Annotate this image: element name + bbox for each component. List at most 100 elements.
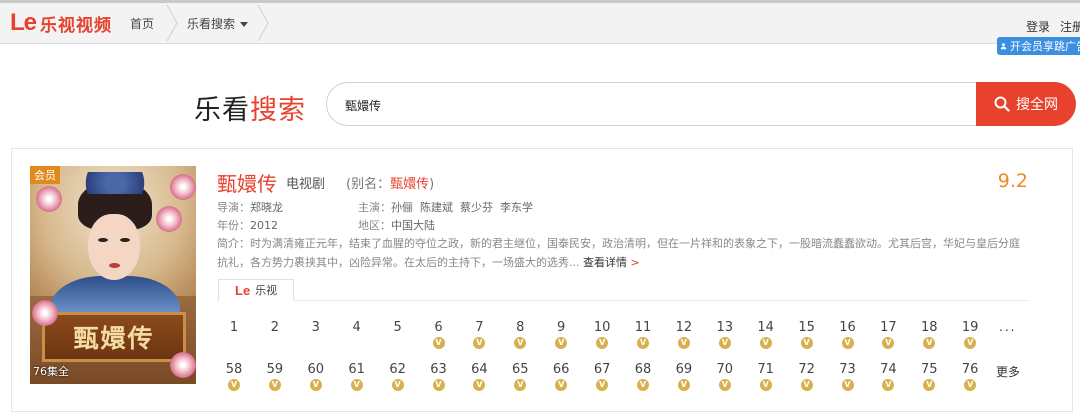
- view-details-link[interactable]: 查看详情 >: [583, 256, 640, 269]
- search-all-button[interactable]: 搜全网: [976, 82, 1076, 126]
- episode-64-button[interactable]: 64 V: [461, 362, 497, 391]
- poster-image[interactable]: 甄嬛传: [30, 166, 196, 384]
- flower-decoration: [32, 300, 58, 326]
- episode-11-button[interactable]: 11 V: [625, 320, 661, 349]
- episode-65-button[interactable]: 65 V: [502, 362, 538, 391]
- episode-63-button[interactable]: 63 V: [421, 362, 457, 391]
- episode-16-button[interactable]: 16 V: [830, 320, 866, 349]
- episode-14-button[interactable]: 14 V: [748, 320, 784, 349]
- episode-6-button[interactable]: 6V: [421, 320, 457, 349]
- vip-episode-icon: V: [718, 337, 731, 349]
- episode-7-button[interactable]: 7V: [461, 320, 497, 349]
- vip-episode-icon: V: [759, 337, 772, 349]
- vip-episode-icon: V: [268, 379, 281, 391]
- episode-73-button[interactable]: 73 V: [830, 362, 866, 391]
- episode-71-button[interactable]: 71 V: [748, 362, 784, 391]
- episode-60-button[interactable]: 60 V: [298, 362, 334, 391]
- breadcrumb-home[interactable]: 首页: [130, 3, 154, 43]
- episode-69-button[interactable]: 69 V: [666, 362, 702, 391]
- poster-figure-eye: [98, 238, 108, 242]
- episode-62-button[interactable]: 62 V: [380, 362, 416, 391]
- result-title-link[interactable]: 甄嬛传: [217, 168, 277, 197]
- episode-75-button[interactable]: 75 V: [911, 362, 947, 391]
- register-link[interactable]: 注册: [1060, 18, 1080, 35]
- logo-name: 乐视视频: [40, 15, 113, 36]
- alias-prefix: (别名：: [346, 177, 391, 192]
- episode-2-button[interactable]: 2: [257, 320, 293, 335]
- episode-10-button[interactable]: 10 V: [584, 320, 620, 349]
- vip-episode-icon: V: [677, 379, 690, 391]
- search-all-label: 搜全网: [1016, 97, 1058, 113]
- search-input[interactable]: [343, 83, 947, 127]
- vip-episode-icon: V: [514, 379, 527, 391]
- episode-18-button[interactable]: 18 V: [911, 320, 947, 349]
- letv-logo[interactable]: Le 乐视视频: [10, 9, 113, 36]
- brand-black-text: 乐看: [194, 95, 250, 126]
- brand-red-text: 搜索: [250, 95, 306, 126]
- episode-number: 64: [471, 362, 488, 377]
- episode-70-button[interactable]: 70 V: [707, 362, 743, 391]
- poster-figure-lips: [109, 263, 120, 268]
- region-label: 地区：: [358, 219, 391, 232]
- vip-episode-icon: V: [432, 337, 445, 349]
- episode-59-button[interactable]: 59 V: [257, 362, 293, 391]
- episode-17-button[interactable]: 17 V: [870, 320, 906, 349]
- vip-promo-button[interactable]: 开会员享跳广告: [997, 37, 1080, 55]
- vip-episode-icon: V: [882, 379, 895, 391]
- poster-figure-headdress: [68, 172, 162, 194]
- source-tab-letv[interactable]: Le 乐视: [218, 279, 294, 301]
- episode-8-button[interactable]: 8V: [502, 320, 538, 349]
- episode-number: 5: [393, 320, 402, 335]
- vip-episode-icon: V: [514, 337, 527, 349]
- episode-19-button[interactable]: 19 V: [952, 320, 988, 349]
- search-box: [326, 82, 986, 127]
- breadcrumb-search-dropdown[interactable]: 乐看搜索: [187, 3, 249, 43]
- vip-episode-icon: V: [923, 379, 936, 391]
- episode-number: 69: [675, 362, 693, 377]
- year-field: 年份：2012: [217, 217, 278, 233]
- login-link[interactable]: 登录: [1026, 18, 1050, 35]
- episode-67-button[interactable]: 67 V: [584, 362, 620, 391]
- view-details-label: 查看详情: [583, 256, 627, 269]
- episode-58-button[interactable]: 58 V: [216, 362, 252, 391]
- episode-76-button[interactable]: 76 V: [952, 362, 988, 391]
- more-episodes-link[interactable]: 更多: [996, 363, 1020, 380]
- episode-15-button[interactable]: 15 V: [789, 320, 825, 349]
- cast-label: 主演：: [358, 201, 391, 214]
- episode-68-button[interactable]: 68 V: [625, 362, 661, 391]
- vip-episode-icon: V: [841, 379, 854, 391]
- episode-number: 14: [757, 320, 774, 335]
- chevron-down-icon: [240, 21, 249, 27]
- episode-number: 9: [557, 320, 566, 335]
- episode-number: 72: [798, 362, 815, 377]
- episode-4-button[interactable]: 4: [339, 320, 375, 335]
- year-value: 2012: [250, 219, 278, 232]
- search-brand-title: 乐看搜索: [194, 88, 306, 127]
- episode-12-button[interactable]: 12 V: [666, 320, 702, 349]
- episode-74-button[interactable]: 74 V: [870, 362, 906, 391]
- episode-13-button[interactable]: 13 V: [707, 320, 743, 349]
- vip-episode-icon: V: [391, 379, 404, 391]
- director-value: 郑晓龙: [250, 201, 283, 214]
- episode-72-button[interactable]: 72 V: [789, 362, 825, 391]
- vip-episode-icon: V: [309, 379, 322, 391]
- episode-9-button[interactable]: 9V: [543, 320, 579, 349]
- episode-number: 63: [430, 362, 447, 377]
- flower-decoration: [170, 352, 196, 378]
- episode-61-button[interactable]: 61 V: [339, 362, 375, 391]
- cast-field: 主演：孙俪 陈建斌 蔡少芬 李东学: [358, 199, 533, 215]
- vip-episode-icon: V: [473, 379, 486, 391]
- vip-episode-icon: V: [882, 337, 895, 349]
- episode-3-button[interactable]: 3: [298, 320, 334, 335]
- episode-1-button[interactable]: 1: [216, 320, 252, 335]
- user-icon: [1000, 43, 1007, 50]
- breadcrumb-search-label: 乐看搜索: [187, 16, 236, 31]
- vip-episode-icon: V: [677, 337, 690, 349]
- breadcrumb-home-label: 首页: [130, 16, 155, 31]
- alias-name: 甄嬛传: [390, 177, 430, 192]
- episode-5-button[interactable]: 5: [380, 320, 416, 335]
- episode-66-button[interactable]: 66 V: [543, 362, 579, 391]
- episode-number: 1: [229, 320, 239, 335]
- episode-number: 71: [757, 362, 774, 377]
- poster-figure-eye: [120, 238, 130, 242]
